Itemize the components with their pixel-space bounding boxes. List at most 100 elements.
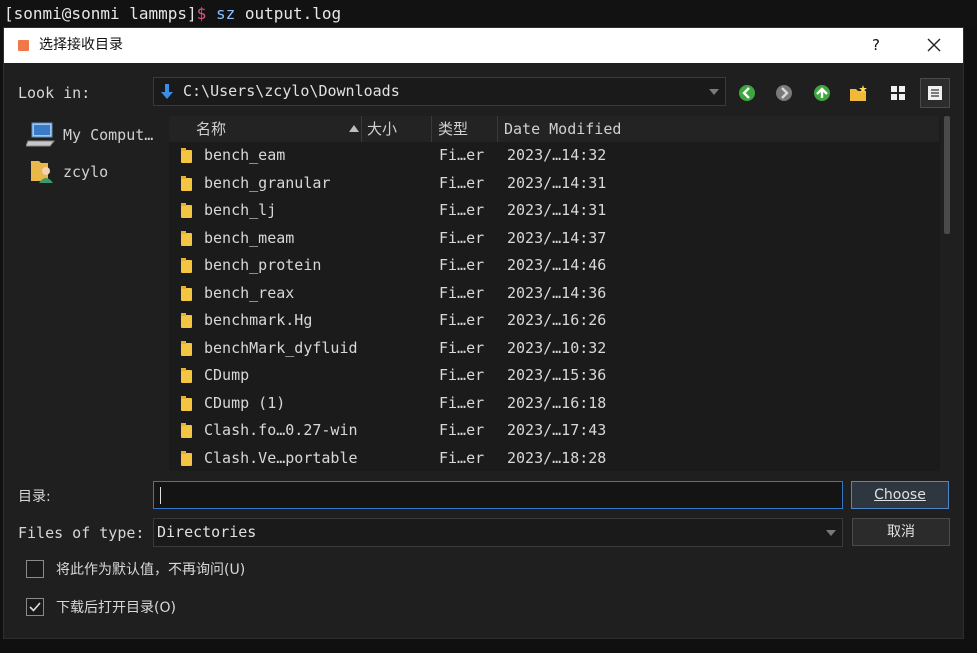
folder-icon [181,285,192,301]
dialog-titlebar: 选择接收目录 ? [4,28,963,63]
detail-view-button[interactable] [920,78,950,108]
file-name: bench_granular [204,173,331,192]
file-type: Fi…er [439,228,485,247]
file-row[interactable]: benchmark.Hg Fi…er 2023/…16:26 [169,307,939,334]
close-icon [927,38,941,52]
folder-icon [181,423,192,438]
computer-icon [26,122,56,147]
file-type: Fi…er [439,393,485,412]
file-name: bench_lj [204,201,277,219]
file-date: 2023/…18:28 [507,448,607,467]
file-date: 2023/…16:18 [507,393,607,412]
column-header-size[interactable]: 大小 [362,116,432,142]
file-date: 2023/…16:26 [507,311,607,329]
folder-icon [181,313,192,328]
detail-view-icon [928,86,942,100]
receive-directory-dialog: 选择接收目录 ? Look in: C:\Users\zcylo\Downloa… [3,27,964,639]
terminal-prompt: [sonmi@sonmi lammps] [4,4,197,23]
file-row[interactable]: bench_meam Fi…er 2023/…14:37 [169,225,939,252]
look-in-combo[interactable]: C:\Users\zcylo\Downloads [153,77,726,106]
folder-icon [181,148,192,163]
file-date: 2023/…17:43 [507,421,607,439]
file-name: benchMark_dyfluid [204,338,358,357]
file-type-label: Files of type: [18,524,145,542]
help-button[interactable]: ? [864,28,888,63]
dialog-title: 选择接收目录 [39,37,123,53]
sidebar-item-label: My Comput… [63,126,154,144]
file-date: 2023/…14:37 [507,228,607,247]
cancel-button-label: 取消 [887,524,915,540]
folder-icon [181,258,192,273]
open-dir-checkbox[interactable] [26,598,44,616]
file-date: 2023/…15:36 [507,366,607,384]
sort-ascending-icon [349,125,359,132]
directory-input[interactable] [153,481,843,509]
choose-button[interactable]: Choose [851,481,949,509]
sidebar-item-zcylo[interactable]: zcylo [18,157,160,187]
look-in-label: Look in: [18,84,91,102]
new-folder-button[interactable] [844,78,874,108]
chevron-down-icon [709,88,719,95]
terminal-dollar: $ [196,4,207,23]
file-name: benchmark.Hg [204,311,313,329]
file-type: Fi…er [439,366,485,384]
scrollbar-thumb[interactable] [944,116,950,234]
file-name: bench_meam [204,228,295,247]
file-date: 2023/…14:36 [507,283,607,302]
folder-icon [181,203,192,218]
download-arrow-icon [161,84,173,99]
file-row[interactable]: benchMark_dyfluid Fi…er 2023/…10:32 [169,335,939,362]
list-view-button[interactable] [883,78,913,108]
file-row[interactable]: bench_reax Fi…er 2023/…14:36 [169,280,939,307]
file-type: Fi…er [439,421,485,439]
places-sidebar: My Comput… zcylo [18,116,160,471]
file-row[interactable]: bench_protein Fi…er 2023/…14:46 [169,252,939,279]
column-header-name[interactable]: 名称 [169,116,362,142]
column-header-modified[interactable]: Date Modified [498,116,658,142]
sidebar-item-my-computer[interactable]: My Comput… [18,120,160,150]
column-name-label: 名称 [196,120,227,138]
folder-icon [181,395,192,411]
file-row[interactable]: Clash.fo…0.27-win Fi…er 2023/…17:43 [169,417,939,444]
file-row[interactable]: bench_granular Fi…er 2023/…14:31 [169,170,939,197]
file-row[interactable]: CDump (1) Fi…er 2023/…16:18 [169,390,939,417]
file-row[interactable]: CDump Fi…er 2023/…15:36 [169,362,939,389]
file-type-value: Directories [157,523,257,541]
text-caret [160,487,161,504]
file-date: 2023/…14:32 [507,146,607,164]
file-row[interactable]: bench_lj Fi…er 2023/…14:31 [169,197,939,224]
file-row[interactable]: Clash.Ve…portable Fi…er 2023/…18:28 [169,445,939,472]
file-name: CDump (1) [204,393,286,412]
choose-button-label: Choose [874,487,926,503]
column-header-type[interactable]: 类型 [432,116,498,142]
list-view-icon [891,86,905,100]
app-icon [18,40,29,51]
forward-button[interactable] [769,78,799,108]
up-folder-button[interactable] [807,78,837,108]
forward-icon [776,85,792,101]
folder-icon [181,230,192,246]
file-name: bench_eam [204,146,286,164]
column-size-label: 大小 [367,120,398,138]
file-type: Fi…er [439,283,485,302]
file-name: Clash.fo…0.27-win [204,421,358,439]
chevron-down-icon [826,529,836,536]
file-date: 2023/…14:31 [507,173,607,192]
back-button[interactable] [732,78,762,108]
column-modified-label: Date Modified [504,120,622,138]
file-name: bench_protein [204,256,322,274]
file-type-combo[interactable]: Directories [153,518,843,547]
file-type: Fi…er [439,256,485,274]
folder-icon [181,450,192,466]
file-name: Clash.Ve…portable [204,448,358,467]
file-row[interactable]: bench_eam Fi…er 2023/…14:32 [169,142,939,169]
directory-label: 目录: [18,489,51,505]
default-checkbox[interactable] [26,560,44,578]
file-type: Fi…er [439,311,485,329]
look-in-path: C:\Users\zcylo\Downloads [183,82,400,100]
file-list: 名称 大小 类型 Date Modified bench_eam Fi…er 202… [169,116,954,471]
user-folder-icon [31,161,53,183]
cancel-button[interactable]: 取消 [852,518,950,546]
folder-icon [181,368,192,383]
close-button[interactable] [919,28,949,63]
